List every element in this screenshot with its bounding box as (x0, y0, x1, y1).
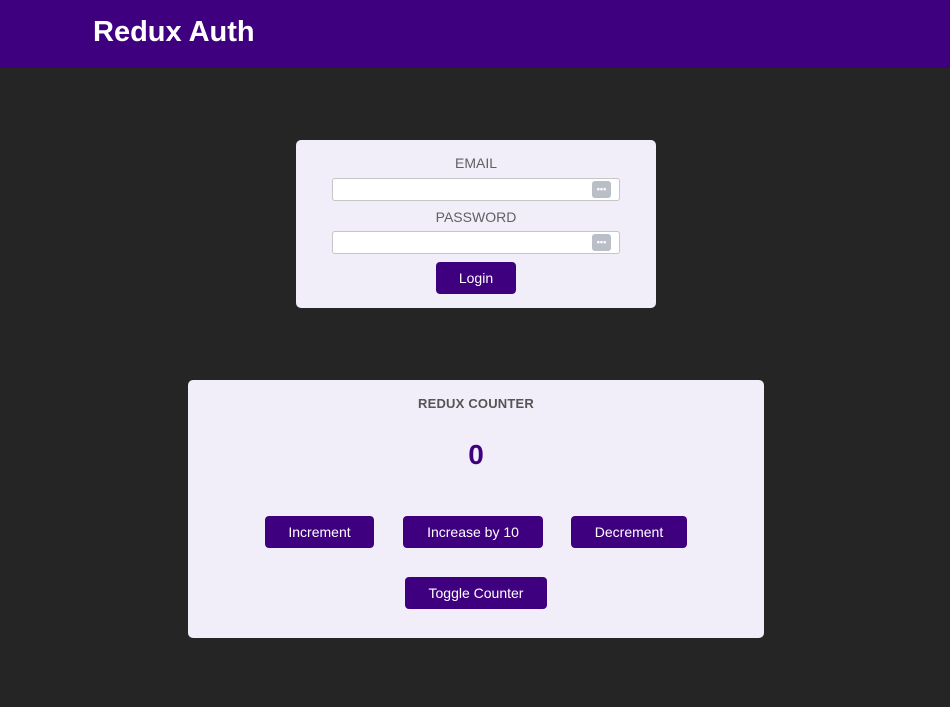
password-field[interactable] (333, 232, 619, 253)
email-field-wrapper: ••• (332, 178, 620, 201)
app-header: Redux Auth (0, 0, 950, 68)
decrement-button[interactable]: Decrement (571, 516, 687, 548)
password-label: PASSWORD (435, 209, 517, 225)
increase-by-10-button[interactable]: Increase by 10 (403, 516, 543, 548)
email-label: EMAIL (454, 155, 497, 171)
counter-panel: REDUX COUNTER 0 Increment Increase by 10… (188, 380, 764, 638)
increment-button[interactable]: Increment (265, 516, 374, 548)
password-dots-icon[interactable]: ••• (592, 234, 611, 251)
toggle-counter-button[interactable]: Toggle Counter (405, 577, 547, 609)
email-field[interactable] (333, 179, 619, 200)
counter-value: 0 (468, 439, 484, 470)
app-title: Redux Auth (93, 16, 255, 48)
counter-title: REDUX COUNTER (418, 396, 534, 411)
login-form: EMAIL ••• PASSWORD ••• Login (296, 140, 656, 308)
login-button[interactable]: Login (436, 262, 516, 294)
password-dots-icon[interactable]: ••• (592, 181, 611, 198)
password-field-wrapper: ••• (332, 231, 620, 254)
